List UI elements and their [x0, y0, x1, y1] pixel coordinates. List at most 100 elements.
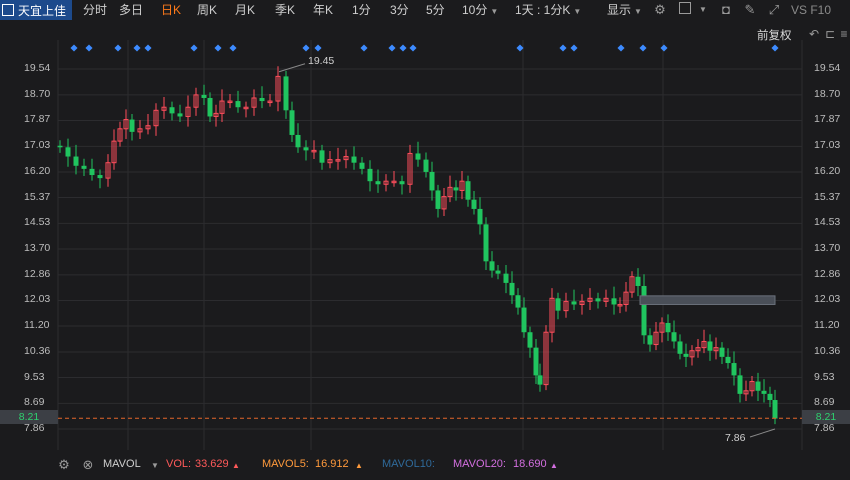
candle-body-down	[319, 150, 325, 163]
mavol20-label: MAVOL20:	[453, 458, 506, 470]
candle-body-down	[483, 224, 489, 262]
event-marker	[660, 44, 668, 52]
candle-body-down	[595, 298, 601, 302]
high-leader-line	[278, 63, 306, 73]
event-marker	[360, 44, 368, 52]
y-tick-right: 17.87	[814, 113, 841, 126]
candle-body-down	[169, 107, 175, 114]
event-marker	[399, 44, 407, 52]
candle-body-down	[429, 171, 435, 191]
grid-lines	[57, 40, 803, 450]
candle-body-down	[375, 181, 381, 185]
candle-body-down	[677, 341, 683, 354]
event-marker	[388, 44, 396, 52]
candle-body-down	[671, 332, 677, 342]
candle-body-down	[367, 168, 373, 182]
y-tick-right: 10.36	[814, 344, 841, 357]
candle-body-down	[635, 276, 641, 286]
candle-body-down	[731, 363, 737, 376]
candle-body-down	[97, 175, 103, 179]
event-marker	[409, 44, 417, 52]
y-tick-right: 18.70	[814, 87, 841, 100]
candle-body-down	[303, 147, 309, 151]
candle-body-down	[129, 119, 135, 132]
price-gap-box	[639, 295, 776, 305]
event-marker	[771, 44, 779, 52]
candle-body-down	[707, 341, 713, 351]
event-marker	[314, 44, 322, 52]
candle-body-down	[359, 162, 365, 169]
y-tick-right: 9.53	[814, 370, 835, 383]
candle-body-down	[761, 390, 767, 394]
candle-body-down	[555, 298, 561, 311]
candle-body-down	[57, 145, 63, 148]
y-tick-right: 15.37	[814, 190, 841, 203]
event-marker	[302, 44, 310, 52]
candle-body-down	[515, 295, 521, 308]
y-tick-left: 15.37	[24, 190, 51, 203]
candle-body-down	[537, 375, 543, 385]
candle-body-down	[527, 332, 533, 348]
candlestick-chart[interactable]	[0, 0, 850, 480]
candle-body-down	[495, 270, 501, 274]
y-tick-left: 12.03	[24, 293, 51, 306]
candle-body-down	[415, 153, 421, 160]
event-marker	[639, 44, 647, 52]
candle-body-down	[737, 375, 743, 394]
chevron-down-icon[interactable]: ▼	[151, 461, 159, 470]
candle-body-down	[509, 282, 515, 296]
event-marker	[617, 44, 625, 52]
candle-body-down	[289, 110, 295, 135]
candle-body-down	[611, 298, 617, 305]
candle-body-down	[283, 76, 289, 111]
mavol10-label: MAVOL10:	[382, 458, 435, 470]
candle-body-down	[719, 347, 725, 357]
candle-body-down	[641, 285, 647, 336]
y-tick-left: 14.53	[24, 216, 51, 229]
candle-body-down	[767, 393, 773, 401]
arrow-up-icon: ▲	[355, 461, 363, 470]
candle-body-down	[725, 356, 731, 364]
event-marker	[144, 44, 152, 52]
event-marker	[133, 44, 141, 52]
candle-body-down	[571, 301, 577, 305]
candle-body-down	[453, 187, 459, 191]
gear-icon[interactable]: ⚙	[56, 457, 72, 473]
candle-body-down	[755, 381, 761, 391]
candle-body-down	[665, 322, 671, 333]
y-tick-left: 10.36	[24, 344, 51, 357]
candle-body-down	[471, 199, 477, 209]
event-marker	[70, 44, 78, 52]
y-tick-left: 16.20	[24, 164, 51, 177]
y-tick-left: 9.53	[24, 370, 45, 383]
y-tick-right: 19.54	[814, 62, 841, 74]
close-icon[interactable]: ⊗	[80, 457, 96, 473]
candle-body-down	[259, 97, 265, 102]
candle-body-down	[423, 159, 429, 172]
arrow-up-icon: ▲	[550, 461, 558, 470]
y-tick-right: 12.86	[814, 267, 841, 280]
candle-body-down	[177, 113, 183, 117]
overlay-layer	[58, 63, 802, 438]
indicator-name[interactable]: MAVOL	[103, 458, 141, 470]
y-tick-right: 14.53	[814, 216, 841, 229]
candle-body-down	[521, 307, 527, 333]
y-tick-left: 12.86	[24, 267, 51, 280]
candles-layer	[57, 66, 778, 425]
candle-body-down	[683, 353, 689, 357]
candle-body-down	[65, 147, 71, 157]
event-marker	[229, 44, 237, 52]
y-tick-left: 17.87	[24, 113, 51, 126]
candle-body-down	[295, 134, 301, 148]
y-tick-left: 18.70	[24, 87, 51, 100]
y-tick-right: 12.03	[814, 293, 841, 306]
low-price-label: 7.86	[725, 432, 746, 444]
event-marker	[214, 44, 222, 52]
mavol5-label: MAVOL5:	[262, 458, 309, 470]
mavol20-value: 18.690	[513, 458, 547, 470]
candle-body-down	[465, 181, 471, 200]
candle-body-down	[435, 190, 441, 209]
y-tick-left: 17.03	[24, 139, 51, 152]
low-leader-line	[749, 428, 776, 438]
y-tick-left: 11.20	[24, 319, 50, 332]
